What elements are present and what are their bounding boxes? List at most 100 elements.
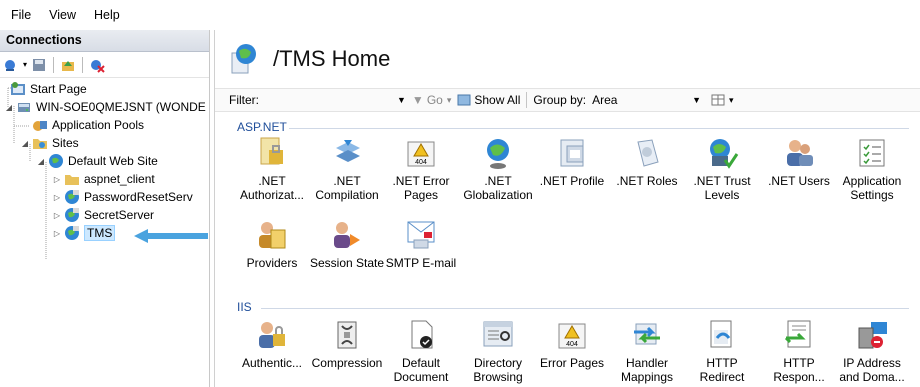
group-divider <box>261 308 909 309</box>
profile-icon <box>560 139 584 167</box>
up-level-icon[interactable] <box>59 56 77 74</box>
tree-node-aspnet-client[interactable]: ▷ aspnet_client <box>52 170 155 188</box>
go-button[interactable]: ▼ Go ▾ <box>412 93 451 107</box>
feature-users[interactable]: .NET Users <box>760 136 838 188</box>
tree-node-tms[interactable]: ▷ TMS <box>52 224 116 242</box>
handler-mappings-icon <box>634 323 660 345</box>
app-settings-icon <box>859 139 885 167</box>
expand-icon[interactable]: ▷ <box>52 193 62 202</box>
go-dropdown-icon[interactable]: ▾ <box>447 95 452 106</box>
feature-http-response-headers[interactable]: HTTP Respon... <box>760 318 838 384</box>
feature-http-redirect[interactable]: HTTP Redirect <box>683 318 761 384</box>
feature-session-state[interactable]: Session State <box>308 218 386 270</box>
filter-dropdown-icon[interactable]: ▼ <box>397 95 406 105</box>
page-title: /TMS Home <box>273 46 391 71</box>
ip-address-icon <box>858 322 887 349</box>
feature-globalization[interactable]: .NET Globalization <box>459 136 537 202</box>
feature-label: Compression <box>311 356 383 370</box>
users-icon <box>787 140 813 166</box>
feature-providers[interactable]: Providers <box>233 218 311 270</box>
compilation-icon <box>336 140 360 162</box>
folder-icon <box>64 171 80 187</box>
menu-bar: File View Help <box>0 0 920 30</box>
feature-default-document[interactable]: Default Document <box>382 318 460 384</box>
providers-icon <box>259 222 286 249</box>
feature-label: Directory Browsing <box>473 356 523 384</box>
feature-label: SMTP E-mail <box>385 256 457 270</box>
feature-label: .NET Globalization <box>463 174 533 202</box>
feature-directory-browsing[interactable]: Directory Browsing <box>459 318 537 384</box>
feature-label: HTTP Respon... <box>773 356 825 384</box>
tree-node-server[interactable]: ◢ WIN-SOE0QMEJSNT (WONDE <box>4 98 206 116</box>
directory-browsing-icon <box>483 321 513 347</box>
feature-authorization-rules[interactable]: .NET Authorizat... <box>233 136 311 202</box>
expand-icon[interactable]: ▷ <box>52 211 62 220</box>
feature-label: HTTP Redirect <box>699 356 745 384</box>
svg-text:404: 404 <box>566 341 578 348</box>
group-by-dropdown-icon[interactable]: ▼ <box>692 95 701 105</box>
feature-label: .NET Profile <box>539 174 605 188</box>
filter-input[interactable] <box>263 91 393 109</box>
funnel-icon: ▼ <box>411 93 424 107</box>
view-mode-icon <box>711 94 725 106</box>
http-redirect-icon <box>710 320 732 348</box>
feature-error-pages[interactable]: 404 .NET Error Pages <box>382 136 460 202</box>
show-all-button[interactable]: Show All <box>457 93 520 107</box>
tree-node-app-pools[interactable]: Application Pools <box>32 116 144 134</box>
feature-label: .NET Users <box>768 174 830 188</box>
authentication-icon <box>259 322 285 348</box>
disconnect-icon[interactable] <box>88 56 106 74</box>
feature-smtp-email[interactable]: SMTP E-mail <box>382 218 460 270</box>
view-mode-button[interactable]: ▾ <box>711 94 734 106</box>
filter-bar: Filter: ▼ ▼ Go ▾ Show All Group by: Area… <box>215 88 920 112</box>
feature-ip-address[interactable]: IP Address and Doma... <box>833 318 911 384</box>
compression-icon <box>337 321 357 349</box>
feature-trust-levels[interactable]: .NET Trust Levels <box>683 136 761 202</box>
globe-icon <box>48 153 64 169</box>
roles-icon <box>637 139 659 167</box>
tree-node-start-page[interactable]: Start Page <box>10 80 87 98</box>
feature-label: Application Settings <box>842 174 902 202</box>
save-icon[interactable] <box>30 56 48 74</box>
feature-compilation[interactable]: .NET Compilation <box>308 136 386 202</box>
menu-file[interactable]: File <box>2 8 40 22</box>
group-by-label: Group by: <box>533 93 587 107</box>
expand-icon[interactable]: ▷ <box>52 229 62 238</box>
feature-label: .NET Trust Levels <box>693 174 751 202</box>
svg-text:404: 404 <box>415 159 427 166</box>
feature-label: Authentic... <box>241 356 303 370</box>
site-home-icon <box>231 44 256 74</box>
http-response-headers-icon <box>784 320 811 348</box>
feature-compression[interactable]: Compression <box>308 318 386 370</box>
collapse-icon[interactable]: ◢ <box>4 103 14 112</box>
feature-profile[interactable]: .NET Profile <box>533 136 611 188</box>
menu-help[interactable]: Help <box>85 8 129 22</box>
tree-node-secret-server[interactable]: ▷ SecretServer <box>52 206 154 224</box>
feature-handler-mappings[interactable]: Handler Mappings <box>608 318 686 384</box>
connect-icon[interactable] <box>2 56 20 74</box>
connections-title: Connections <box>0 30 209 52</box>
collapse-icon[interactable]: ◢ <box>36 157 46 166</box>
page-header: /TMS Home <box>215 30 920 88</box>
expand-icon[interactable]: ▷ <box>52 175 62 184</box>
tree-node-default-web-site[interactable]: ◢ Default Web Site <box>36 152 158 170</box>
group-divider <box>289 128 909 129</box>
menu-view[interactable]: View <box>40 8 85 22</box>
pointer-arrow-icon <box>134 229 208 243</box>
feature-error-pages[interactable]: 404 Error Pages <box>533 318 611 370</box>
error-pages-icon: 404 <box>407 141 435 167</box>
connect-dropdown-icon[interactable]: ▾ <box>23 60 27 69</box>
group-by-select[interactable]: Area <box>592 93 688 107</box>
group-header-iis: IIS <box>237 300 252 314</box>
web-app-icon <box>64 225 80 241</box>
tree-node-password-reset[interactable]: ▷ PasswordResetServ <box>52 188 193 206</box>
feature-label: IP Address and Doma... <box>839 356 905 384</box>
connections-tree: Start Page ◢ WIN-SOE0QMEJSNT (WONDE Appl… <box>0 78 209 260</box>
tree-node-sites[interactable]: ◢ Sites <box>20 134 79 152</box>
collapse-icon[interactable]: ◢ <box>20 139 30 148</box>
smtp-email-icon <box>407 221 435 249</box>
feature-roles[interactable]: .NET Roles <box>608 136 686 188</box>
feature-app-settings[interactable]: Application Settings <box>833 136 911 202</box>
app-pools-icon <box>32 117 48 133</box>
feature-authentication[interactable]: Authentic... <box>233 318 311 370</box>
